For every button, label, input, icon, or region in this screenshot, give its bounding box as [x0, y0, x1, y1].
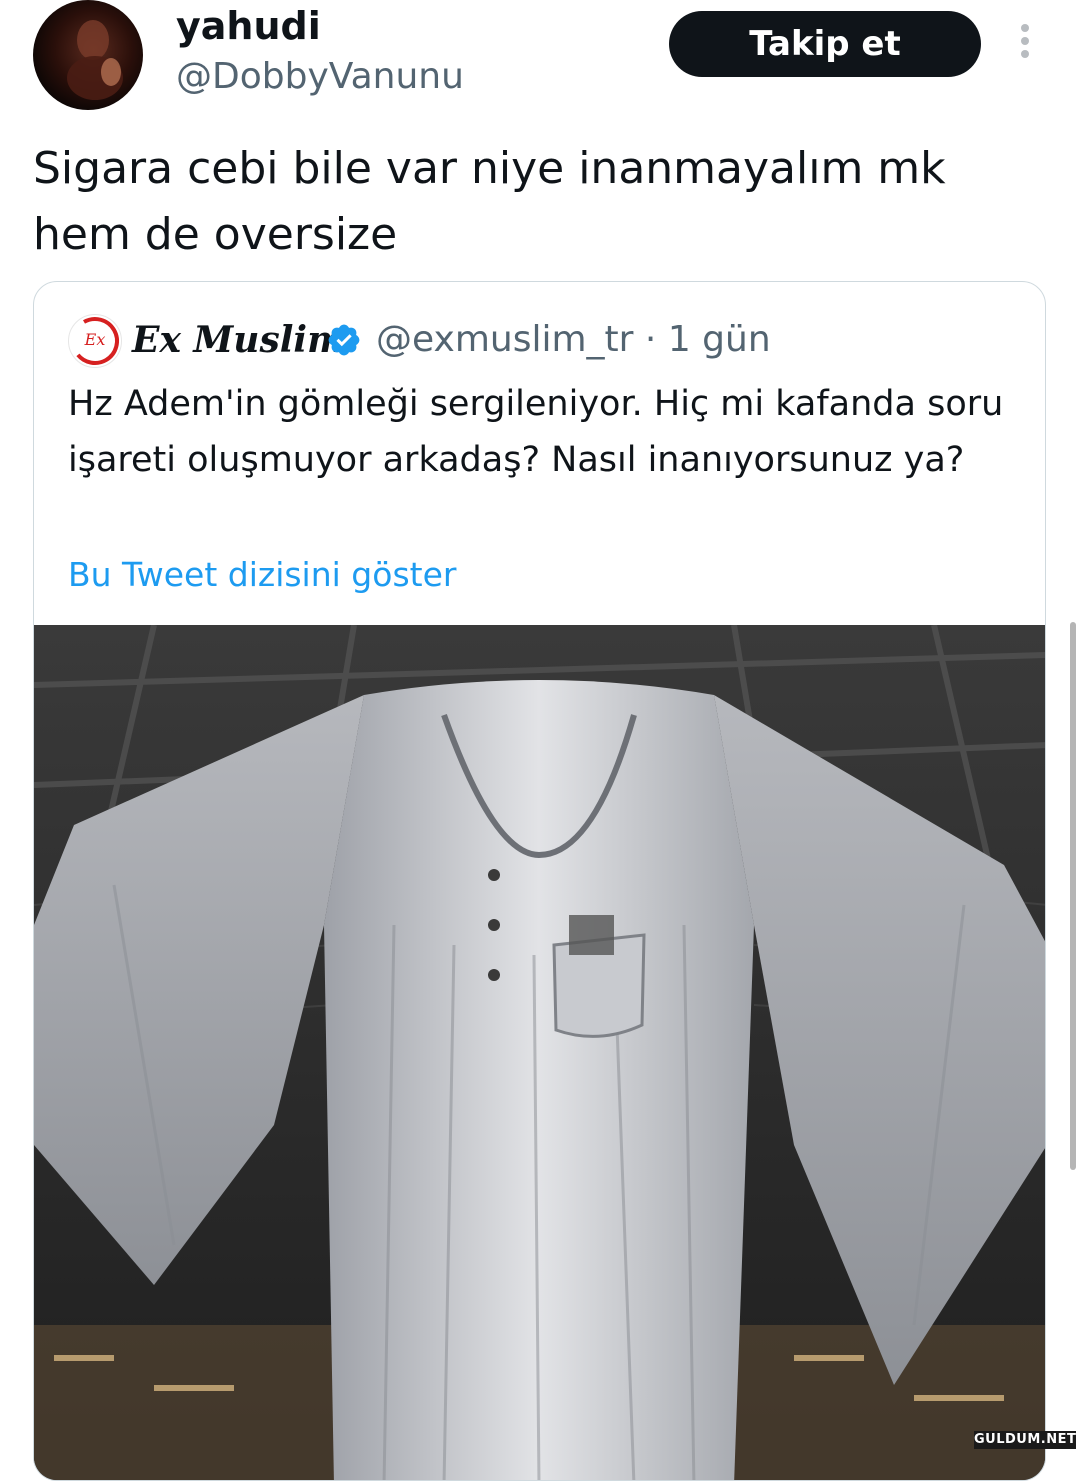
- meta-separator: ·: [644, 319, 657, 360]
- author-display-name[interactable]: yahudi: [176, 2, 321, 50]
- verified-badge-icon: [328, 324, 360, 356]
- quoted-author-handle[interactable]: @exmuslim_tr: [376, 319, 633, 360]
- quoted-tweet-text: Hz Adem'in gömleği sergileniyor. Hiç mi …: [68, 384, 1004, 480]
- follow-button[interactable]: Takip et: [669, 11, 981, 77]
- author-avatar[interactable]: [33, 0, 143, 110]
- quoted-tweet-meta: @exmuslim_tr · 1 gün: [376, 314, 771, 366]
- avatar-photo: [67, 20, 123, 100]
- ex-muslim-logo-icon: Ex: [71, 317, 119, 365]
- author-handle[interactable]: @DobbyVanunu: [176, 54, 464, 100]
- page-scrollbar[interactable]: [1070, 622, 1076, 1170]
- show-thread-link[interactable]: Bu Tweet dizisini göster: [68, 550, 456, 600]
- watermark: GULDUM.NET: [974, 1431, 1077, 1449]
- quoted-tweet-time[interactable]: 1 gün: [668, 319, 771, 360]
- svg-text:Ex: Ex: [84, 330, 106, 349]
- quoted-tweet-photo[interactable]: [34, 625, 1045, 1480]
- quoted-author-display-name[interactable]: Ex Muslim: [132, 314, 345, 366]
- tweet-text: Sigara cebi bile var niye inanmayalım mk…: [33, 143, 946, 260]
- quoted-author-avatar[interactable]: Ex: [68, 314, 122, 368]
- more-vertical-icon[interactable]: [1012, 24, 1038, 66]
- giant-shirt-photo: [34, 625, 1045, 1480]
- quoted-tweet-card[interactable]: Ex Ex Muslim @exmuslim_tr · 1 gün Hz Ade…: [33, 281, 1046, 1481]
